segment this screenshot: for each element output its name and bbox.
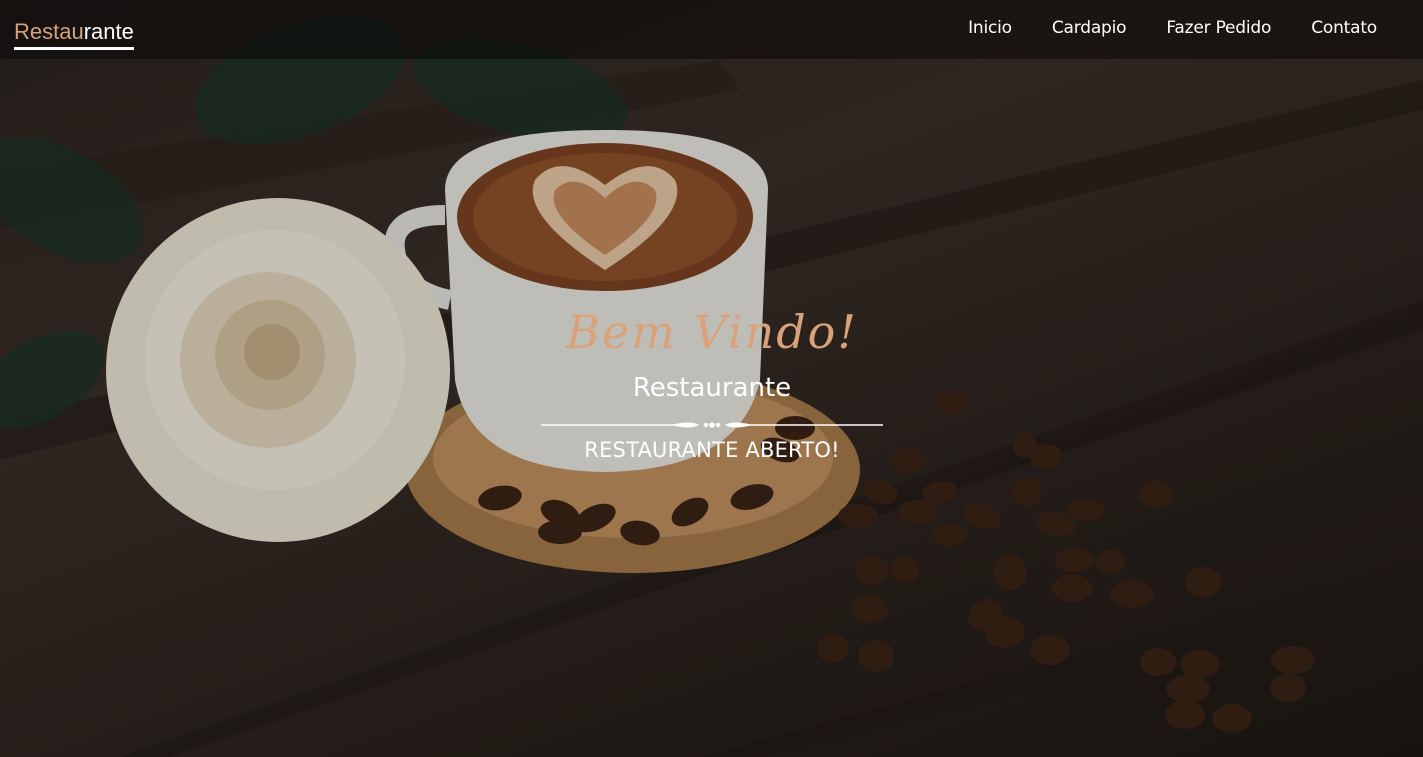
open-status: RESTAURANTE ABERTO! <box>584 438 840 462</box>
brand-accent: Restau <box>14 19 84 44</box>
nav-link-cardapio[interactable]: Cardapio <box>1052 18 1127 38</box>
navbar: Restaurante Inicio Cardapio Fazer Pedido… <box>0 0 1423 59</box>
ornament-divider <box>541 422 883 428</box>
nav-link-inicio[interactable]: Inicio <box>968 18 1012 38</box>
brand-rest: rante <box>83 19 134 44</box>
welcome-heading: Bem Vindo! <box>566 305 858 359</box>
brand-logo[interactable]: Restaurante <box>14 20 134 50</box>
nav-link-contato[interactable]: Contato <box>1311 18 1377 38</box>
hero-content: Bem Vindo! Restaurante RESTAURANTE ABERT… <box>462 305 962 462</box>
main-nav: Inicio Cardapio Fazer Pedido Contato <box>968 18 1377 38</box>
hero-subtitle: Restaurante <box>632 373 792 403</box>
nav-link-fazer-pedido[interactable]: Fazer Pedido <box>1166 18 1271 38</box>
